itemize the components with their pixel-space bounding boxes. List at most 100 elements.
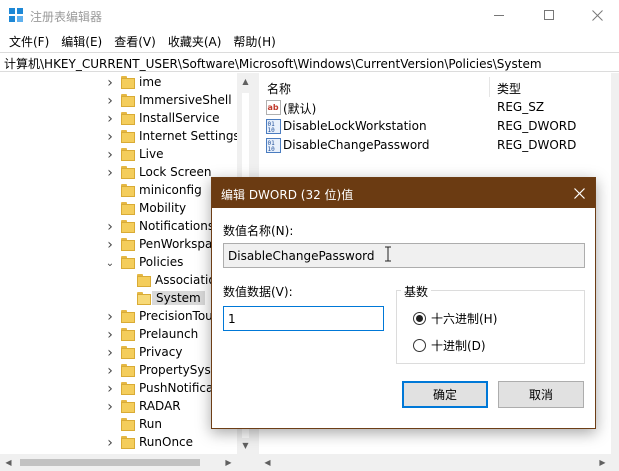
scroll-right-arrow-icon[interactable]: ▶ (220, 454, 237, 471)
tree-item[interactable]: › Lock Screen (0, 164, 240, 182)
open-folder-icon (137, 292, 151, 305)
tree-horizontal-scrollbar[interactable]: ◀ ▶ (0, 454, 254, 471)
text-cursor-icon (385, 246, 391, 262)
menu-file[interactable]: 文件(F) (3, 31, 55, 51)
value-name: DisableChangePassword (283, 138, 430, 152)
radio-selected-icon[interactable] (413, 311, 426, 325)
tree-item[interactable]: › PenWorkspace (0, 236, 240, 254)
list-horizontal-scrollbar[interactable]: ◀ ▶ (259, 454, 611, 471)
column-divider[interactable] (489, 77, 490, 97)
tree-item-label: Run (139, 417, 163, 431)
folder-icon (121, 364, 135, 377)
chevron-right-icon[interactable]: › (105, 146, 115, 164)
scroll-down-arrow-icon[interactable]: ▼ (237, 437, 254, 454)
chevron-right-icon[interactable]: › (105, 218, 115, 236)
chevron-right-icon[interactable]: › (105, 380, 115, 398)
radio-unselected-icon[interactable] (413, 338, 426, 352)
tree-item-label: RunOnce (139, 435, 194, 449)
tree-item-label: RADAR (139, 399, 181, 413)
chevron-right-icon[interactable]: › (105, 326, 115, 344)
window-title: 注册表编辑器 (30, 10, 103, 24)
close-button[interactable] (574, 0, 619, 31)
tree-item[interactable]: › Notifications (0, 218, 240, 236)
tree-item[interactable]: › Live (0, 146, 240, 164)
radio-decimal[interactable]: 十进制(D) (413, 337, 486, 353)
list-header: 名称 类型 (259, 77, 611, 99)
scroll-up-arrow-icon[interactable]: ▲ (237, 73, 254, 90)
chevron-down-icon[interactable]: ⌄ (105, 254, 115, 272)
minimize-icon (493, 15, 504, 16)
tree-item[interactable]: › Prelaunch (0, 326, 240, 344)
column-header-type[interactable]: 类型 (497, 80, 521, 97)
chevron-right-icon[interactable]: › (105, 398, 115, 416)
value-row[interactable]: ab (默认) REG_SZ (259, 98, 611, 117)
chevron-right-icon[interactable]: › (105, 128, 115, 146)
chevron-right-icon[interactable]: › (105, 308, 115, 326)
value-type: REG_DWORD (497, 138, 577, 152)
menu-help[interactable]: 帮助(H) (227, 31, 281, 51)
menu-edit[interactable]: 编辑(E) (55, 31, 108, 51)
scroll-right-arrow-icon[interactable]: ▶ (594, 454, 611, 471)
value-data-input[interactable]: 1 (223, 306, 384, 331)
tree-item[interactable]: ⌄ Policies (0, 254, 240, 272)
chevron-right-icon[interactable]: › (105, 110, 115, 128)
minimize-button[interactable] (476, 0, 522, 31)
radio-hexadecimal[interactable]: 十六进制(H) (413, 310, 497, 326)
scroll-left-arrow-icon[interactable]: ◀ (0, 454, 17, 471)
tree-item[interactable]: System (0, 290, 240, 308)
tree-item[interactable]: › ImmersiveShell (0, 92, 240, 110)
dialog-close-button[interactable] (564, 178, 595, 208)
tree-item-label: System (152, 291, 205, 305)
value-name-field[interactable]: DisableChangePassword (223, 243, 585, 268)
chevron-right-icon[interactable]: › (105, 92, 115, 110)
folder-icon (121, 94, 135, 107)
chevron-right-icon[interactable]: › (105, 236, 115, 254)
ok-button[interactable]: 确定 (402, 381, 488, 408)
column-header-name[interactable]: 名称 (267, 80, 291, 97)
tree-item[interactable]: Mobility (0, 200, 240, 218)
cancel-button[interactable]: 取消 (498, 381, 584, 408)
scroll-left-arrow-icon[interactable]: ◀ (259, 454, 276, 471)
chevron-right-icon[interactable]: › (105, 164, 115, 182)
tree-item[interactable]: › PropertySystem (0, 362, 240, 380)
list-vertical-scrollbar[interactable] (611, 73, 619, 471)
folder-icon (121, 418, 135, 431)
value-row[interactable]: 01 10 DisableChangePassword REG_DWORD (259, 136, 611, 155)
menu-view[interactable]: 查看(V) (108, 31, 162, 51)
value-type: REG_SZ (497, 100, 545, 114)
tree-item[interactable]: Associations (0, 272, 240, 290)
address-bar[interactable]: 计算机\HKEY_CURRENT_USER\Software\Microsoft… (0, 52, 619, 72)
tree-item[interactable]: › PushNotifications (0, 380, 242, 398)
tree-item[interactable]: › ime (0, 74, 240, 92)
value-type: REG_DWORD (497, 119, 577, 133)
dword-value-icon: 0110 (266, 138, 281, 153)
tree-item[interactable]: › Internet Settings (0, 128, 240, 146)
string-value-icon: ab (266, 100, 281, 115)
tree-item[interactable]: › PrecisionTouchPad (0, 308, 248, 326)
chevron-right-icon[interactable]: › (105, 362, 115, 380)
tree-item-label: InstallService (139, 111, 220, 125)
folder-icon (121, 256, 135, 269)
value-row[interactable]: 01 10 DisableLockWorkstation REG_DWORD (259, 117, 611, 136)
tree-item[interactable]: › RunOnce (0, 434, 240, 452)
hex-label: 十六进制(H) (431, 311, 498, 326)
tree-item[interactable]: miniconfig (0, 182, 240, 200)
tree-item[interactable]: Run (0, 416, 240, 434)
tree-item[interactable]: › InstallService (0, 110, 240, 128)
folder-icon (121, 184, 135, 197)
registry-editor-app-icon (9, 8, 23, 22)
tree-item[interactable]: › RADAR (0, 398, 240, 416)
maximize-button[interactable] (526, 0, 572, 31)
menu-favorites[interactable]: 收藏夹(A) (162, 31, 228, 51)
dword-value-icon: 0110 (266, 119, 281, 134)
tree-item-label: Mobility (139, 201, 187, 215)
chevron-right-icon[interactable]: › (105, 74, 115, 92)
dialog-title: 编辑 DWORD (32 位)值 (221, 188, 354, 202)
folder-icon (121, 148, 135, 161)
scroll-thumb[interactable] (20, 459, 200, 466)
tree-item[interactable]: › Privacy (0, 344, 240, 362)
folder-icon (121, 112, 135, 125)
chevron-right-icon[interactable]: › (105, 344, 115, 362)
chevron-right-icon[interactable]: › (105, 434, 115, 452)
value-name: (默认) (283, 102, 317, 116)
